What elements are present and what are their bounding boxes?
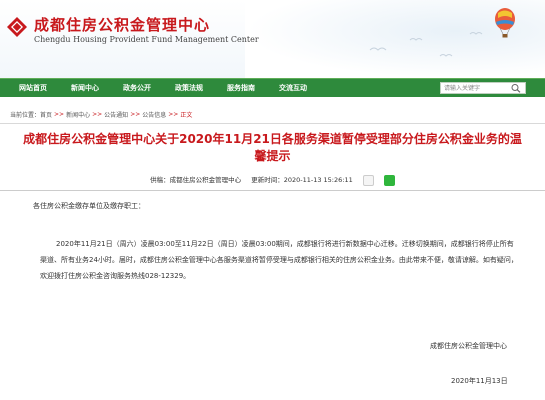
- time-label: 更新时间：: [251, 176, 284, 184]
- source-label: 供稿：: [150, 176, 170, 184]
- source-value: 成都住房公积金管理中心: [169, 176, 242, 184]
- breadcrumb-current: 正文: [180, 112, 193, 119]
- article-signature: 成都住房公积金管理中心: [430, 342, 507, 350]
- breadcrumb-home[interactable]: 首页: [40, 110, 52, 119]
- breadcrumb-separator: >>: [168, 111, 179, 118]
- main-nav: 网站首页 新闻中心 政务公开 政策法规 服务指南 交流互动 请输入关键字: [0, 78, 545, 97]
- site-header: 成都住房公积金管理中心 Chengdu Housing Provident Fu…: [0, 0, 545, 78]
- nav-item-interaction[interactable]: 交流互动: [267, 83, 319, 93]
- time-value: 2020-11-13 15:26:11: [283, 176, 353, 184]
- nav-item-policy[interactable]: 政策法规: [163, 83, 215, 93]
- breadcrumb-notices[interactable]: 公告通知: [104, 110, 128, 119]
- wechat-icon[interactable]: [383, 174, 395, 186]
- breadcrumb-separator: >>: [54, 111, 65, 118]
- birds-decoration: [369, 32, 483, 57]
- site-subtitle: Chengdu Housing Provident Fund Managemen…: [34, 35, 259, 44]
- breadcrumb-separator: >>: [130, 111, 141, 118]
- logo-icon[interactable]: [6, 16, 28, 38]
- divider: [0, 190, 545, 191]
- article-date: 2020年11月13日: [451, 377, 508, 385]
- nav-item-news[interactable]: 新闻中心: [59, 83, 111, 93]
- nav-item-service-guide[interactable]: 服务指南: [215, 83, 267, 93]
- article-meta: 供稿：成都住房公积金管理中心 更新时间：2020-11-13 15:26:11: [0, 174, 545, 186]
- breadcrumb-separator: >>: [92, 111, 103, 118]
- breadcrumb: 当前位置： 首页 >> 新闻中心 >> 公告通知 >> 公告信息 >> 正文: [0, 106, 545, 124]
- article-title: 成都住房公积金管理中心关于2020年11月21日各服务渠道暂停受理部分住房公积金…: [23, 132, 522, 163]
- site-title: 成都住房公积金管理中心: [34, 16, 211, 34]
- balloon-icon: [495, 8, 515, 38]
- nav-item-home[interactable]: 网站首页: [0, 83, 59, 93]
- weibo-icon[interactable]: [362, 174, 374, 186]
- breadcrumb-news[interactable]: 新闻中心: [66, 110, 90, 119]
- article-greeting: 各住房公积金缴存单位及缴存职工：: [33, 202, 145, 210]
- search-icon[interactable]: [510, 83, 522, 93]
- article-body: 2020年11月21日（周六）凌晨03:00至11月22日（周日）凌晨03:00…: [40, 240, 518, 280]
- breadcrumb-prefix: 当前位置：: [10, 112, 41, 119]
- nav-item-gov-affairs[interactable]: 政务公开: [111, 83, 163, 93]
- breadcrumb-announcements[interactable]: 公告信息: [142, 110, 166, 119]
